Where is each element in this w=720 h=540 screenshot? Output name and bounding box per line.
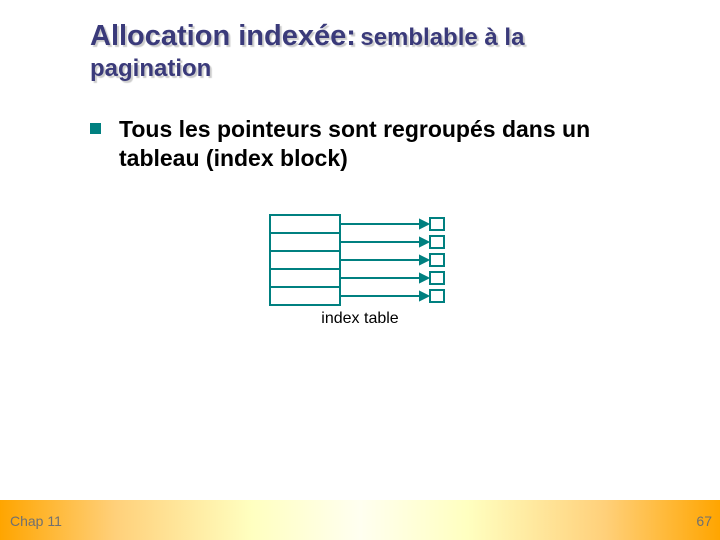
- footer-bar: [0, 500, 720, 540]
- footer-chapter: Chap 11: [10, 513, 62, 529]
- slide-title: Allocation indexée: semblable à la pagin…: [90, 20, 660, 83]
- title-sub: semblable à la: [360, 24, 524, 51]
- slide: Allocation indexée: semblable à la pagin…: [0, 0, 720, 540]
- bullet-item: Tous les pointeurs sont regroupés dans u…: [90, 115, 650, 173]
- diagram-caption: index table: [0, 310, 720, 328]
- footer-page-number: 67: [696, 513, 712, 529]
- title-main: Allocation indexée:: [90, 20, 356, 52]
- body: Tous les pointeurs sont regroupés dans u…: [90, 115, 650, 173]
- diagram-svg: [260, 210, 460, 320]
- title-line2: pagination: [90, 55, 660, 83]
- bullet-text: Tous les pointeurs sont regroupés dans u…: [119, 115, 650, 173]
- bullet-icon: [90, 123, 101, 134]
